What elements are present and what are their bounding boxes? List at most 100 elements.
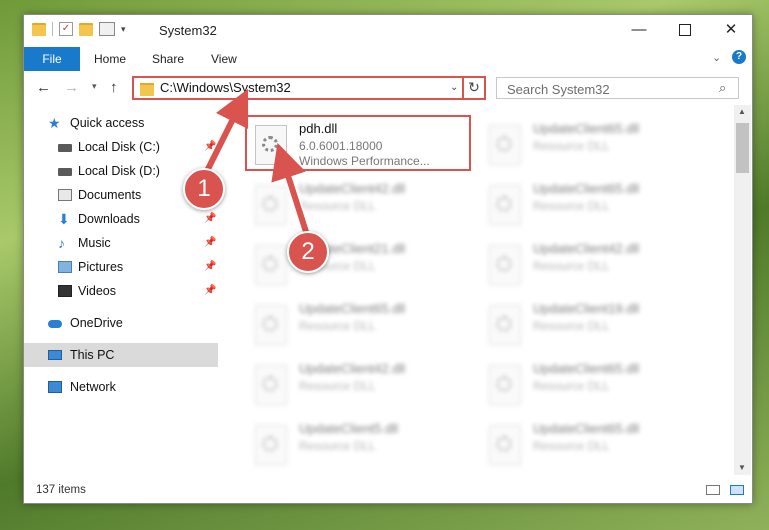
large-icons-view-icon[interactable] xyxy=(730,485,744,495)
sidebar-item-label: Pictures xyxy=(78,260,124,274)
properties-icon[interactable] xyxy=(99,22,115,36)
dll-file-icon xyxy=(255,425,287,465)
list-item[interactable]: UpdateClient42.dll Resource DLL xyxy=(249,357,469,413)
gear-icon xyxy=(496,196,512,212)
gear-icon xyxy=(262,316,278,332)
sidebar-item-label: Local Disk (C:) xyxy=(78,140,160,154)
search-icon[interactable]: ⌕ xyxy=(719,80,726,96)
file-name: UpdateClient65.dll xyxy=(533,121,640,136)
sidebar-item-onedrive[interactable]: OneDrive xyxy=(24,311,218,335)
gear-icon xyxy=(496,376,512,392)
folder-icon xyxy=(140,83,154,96)
tab-home[interactable]: Home xyxy=(94,47,126,71)
tab-file[interactable]: File xyxy=(24,47,80,71)
file-name: UpdateClient65.dll xyxy=(299,301,406,316)
download-icon: ⬇ xyxy=(58,211,70,227)
dll-file-icon xyxy=(255,245,287,285)
list-item[interactable]: UpdateClient65.dll Resource DLL xyxy=(483,357,703,413)
scroll-down-icon[interactable]: ▼ xyxy=(738,463,746,472)
file-name: UpdateClient65.dll xyxy=(533,361,640,376)
address-path[interactable]: C:\Windows\System32 xyxy=(160,80,291,95)
sidebar-item-label: Music xyxy=(78,236,111,250)
dll-file-icon xyxy=(255,305,287,345)
tab-share[interactable]: Share xyxy=(152,47,184,71)
pictures-icon xyxy=(58,261,72,273)
sidebar-item-music[interactable]: ♪ Music 📌 xyxy=(24,231,218,255)
file-name: UpdateClient5.dll xyxy=(299,421,399,436)
item-count: 137 items xyxy=(36,484,86,496)
sidebar-item-pictures[interactable]: Pictures 📌 xyxy=(24,255,218,279)
cloud-icon xyxy=(48,320,62,328)
sidebar-item-videos[interactable]: Videos 📌 xyxy=(24,279,218,303)
sidebar-item-downloads[interactable]: ⬇ Downloads 📌 xyxy=(24,207,218,231)
list-item[interactable]: UpdateClient42.dll Resource DLL xyxy=(249,177,469,233)
list-item[interactable]: UpdateClient65.dll Resource DLL xyxy=(483,177,703,233)
list-item[interactable]: UpdateClient65.dll Resource DLL xyxy=(249,297,469,353)
sidebar-item-label: OneDrive xyxy=(70,316,123,330)
details-view-icon[interactable] xyxy=(706,485,720,495)
recent-locations-chevron-icon[interactable]: ▾ xyxy=(92,81,97,92)
up-arrow-icon[interactable]: ↑ xyxy=(110,79,118,96)
list-item[interactable]: UpdateClient65.dll Resource DLL xyxy=(483,417,703,473)
folder-icon xyxy=(32,22,46,36)
list-item[interactable]: UpdateClient65.dll Resource DLL xyxy=(483,117,703,173)
window-title: System32 xyxy=(159,23,217,38)
file-name: UpdateClient42.dll xyxy=(299,361,406,376)
tab-view[interactable]: View xyxy=(211,47,237,71)
file-description: Resource DLL xyxy=(533,379,610,393)
search-box[interactable]: ⌕ xyxy=(496,77,739,99)
music-icon: ♪ xyxy=(58,235,65,251)
pin-icon[interactable]: 📌 xyxy=(204,255,216,279)
network-icon xyxy=(48,381,62,393)
file-description: Resource DLL xyxy=(299,199,376,213)
file-name: UpdateClient65.dll xyxy=(533,421,640,436)
dll-file-icon xyxy=(489,305,521,345)
file-description: Resource DLL xyxy=(299,379,376,393)
sidebar-item-label: This PC xyxy=(70,348,115,362)
step-1-marker: 1 xyxy=(183,168,225,210)
pin-icon[interactable]: 📌 xyxy=(204,231,216,255)
address-bar[interactable]: C:\Windows\System32 ⌄ xyxy=(132,76,484,100)
gear-icon xyxy=(262,196,278,212)
customize-toolbar-dropdown-icon[interactable]: ▾ xyxy=(121,24,126,35)
gear-icon xyxy=(262,436,278,452)
ribbon-tabs: File Home Share View ⌄ ? xyxy=(24,45,752,72)
new-folder-icon[interactable] xyxy=(79,22,93,36)
sidebar-item-this-pc[interactable]: This PC xyxy=(24,343,218,367)
scroll-thumb[interactable] xyxy=(736,123,749,173)
sidebar-item-local-disk-c[interactable]: Local Disk (C:) 📌 xyxy=(24,135,218,159)
dll-file-icon xyxy=(489,185,521,225)
selected-file-highlight xyxy=(245,115,471,171)
vertical-scrollbar[interactable]: ▲ ▼ xyxy=(734,105,751,475)
address-dropdown-chevron-icon[interactable]: ⌄ xyxy=(450,82,458,93)
sidebar-item-quick-access[interactable]: ★ Quick access xyxy=(24,111,218,135)
back-arrow-icon[interactable]: ← xyxy=(36,79,51,96)
checkmark-icon[interactable]: ✓ xyxy=(59,22,73,36)
list-item[interactable]: UpdateClient5.dll Resource DLL xyxy=(249,417,469,473)
file-description: Resource DLL xyxy=(533,139,610,153)
file-description: Resource DLL xyxy=(299,319,376,333)
sidebar-item-network[interactable]: Network xyxy=(24,375,218,399)
sidebar-item-label: Videos xyxy=(78,284,116,298)
list-item[interactable]: UpdateClient21.dll Resource DLL xyxy=(249,237,469,293)
pin-icon[interactable]: 📌 xyxy=(204,135,216,159)
expand-ribbon-chevron-icon[interactable]: ⌄ xyxy=(712,51,721,64)
status-bar: 137 items xyxy=(24,475,752,503)
documents-icon xyxy=(58,189,72,201)
minimize-button[interactable]: — xyxy=(616,15,662,45)
pin-icon[interactable]: 📌 xyxy=(204,207,216,231)
forward-arrow-icon[interactable]: → xyxy=(64,79,79,96)
maximize-button[interactable] xyxy=(662,15,708,45)
navigation-bar: ← → ▾ ↑ C:\Windows\System32 ⌄ ↻ ⌕ xyxy=(24,71,752,105)
list-item[interactable]: UpdateClient42.dll Resource DLL xyxy=(483,237,703,293)
pin-icon[interactable]: 📌 xyxy=(204,279,216,303)
list-item[interactable]: UpdateClient19.dll Resource DLL xyxy=(483,297,703,353)
scroll-up-icon[interactable]: ▲ xyxy=(738,107,746,116)
dll-file-icon xyxy=(255,185,287,225)
gear-icon xyxy=(496,136,512,152)
refresh-button[interactable]: ↻ xyxy=(462,76,486,100)
gear-icon xyxy=(496,436,512,452)
search-input[interactable] xyxy=(505,80,709,98)
close-button[interactable]: ✕ xyxy=(708,15,754,45)
help-icon[interactable]: ? xyxy=(732,50,746,64)
